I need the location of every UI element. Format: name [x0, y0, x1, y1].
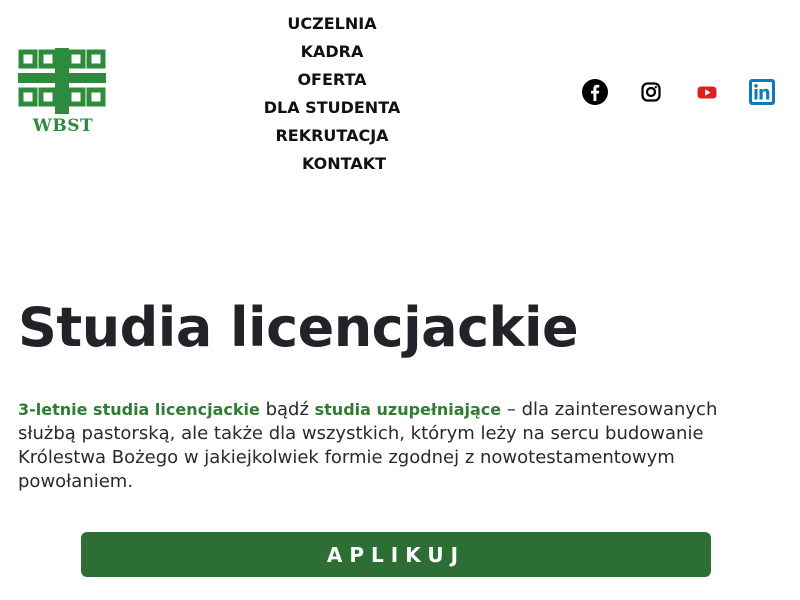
- social-links: [582, 79, 778, 107]
- facebook-icon: [582, 79, 608, 105]
- nav-item-uczelnia[interactable]: UCZELNIA: [287, 10, 376, 38]
- linkedin-link[interactable]: [749, 79, 775, 105]
- apply-button[interactable]: APLIKUJ: [81, 532, 711, 577]
- logo-text: WBST: [32, 116, 94, 136]
- nav-item-dla-studenta[interactable]: DLA STUDENTA: [264, 94, 401, 122]
- main-nav: UCZELNIA KADRA OFERTA DLA STUDENTA REKRU…: [232, 10, 432, 178]
- cross-ornament-logo-icon: [18, 48, 106, 114]
- instagram-icon: [641, 82, 661, 102]
- youtube-icon: [697, 86, 717, 99]
- logo[interactable]: WBST: [18, 46, 106, 138]
- nav-item-kadra[interactable]: KADRA: [301, 38, 364, 66]
- nav-item-oferta[interactable]: OFERTA: [297, 66, 366, 94]
- intro-paragraph: 3-letnie studia licencjackie bądź studia…: [18, 398, 780, 494]
- intro-conjunction: bądź: [259, 399, 315, 420]
- linkedin-icon: [749, 79, 775, 105]
- facebook-link[interactable]: [582, 79, 608, 105]
- three-year-studies-link[interactable]: 3-letnie studia licencjackie: [18, 400, 260, 419]
- nav-item-kontakt[interactable]: KONTAKT: [302, 150, 386, 178]
- nav-item-rekrutacja[interactable]: REKRUTACJA: [275, 122, 388, 150]
- supplementary-studies-link[interactable]: studia uzupełniające: [315, 400, 502, 419]
- youtube-link[interactable]: [694, 79, 720, 105]
- page-title: Studia licencjackie: [18, 296, 579, 359]
- instagram-link[interactable]: [638, 79, 664, 105]
